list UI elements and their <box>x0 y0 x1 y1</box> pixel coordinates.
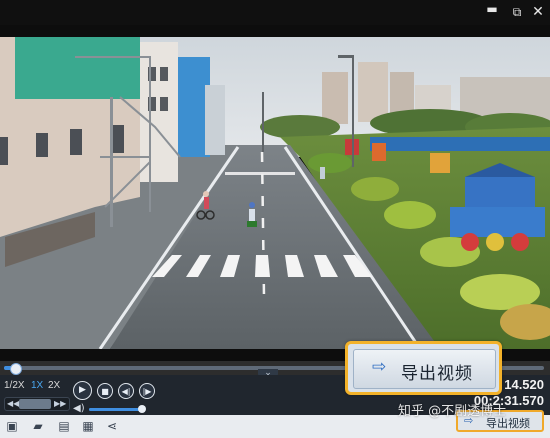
play-button[interactable]: ▶ <box>73 381 92 400</box>
export-video-callout-label: 导出视频 <box>401 364 473 384</box>
export-video-callout-button[interactable]: ⇨ 导出视频 <box>353 349 496 389</box>
speed-2x-button[interactable]: 2X <box>48 380 60 391</box>
share-icon[interactable]: ⋖ <box>105 419 119 433</box>
speed-1x-button[interactable]: 1X <box>31 380 43 391</box>
previous-frame-button[interactable]: ◀| <box>118 383 134 399</box>
stop-button[interactable]: ■ <box>97 383 113 399</box>
title-bar: ▬ ⧉ ✕ <box>0 0 550 25</box>
seek-handle[interactable] <box>9 363 22 375</box>
info-icon[interactable]: ▦ <box>81 419 95 433</box>
next-frame-button[interactable]: |▶ <box>139 383 155 399</box>
save-icon[interactable]: ▤ <box>57 419 71 433</box>
volume-fill <box>89 408 143 411</box>
close-icon[interactable]: ✕ <box>530 5 546 19</box>
folder-icon[interactable]: ▰ <box>31 419 45 433</box>
speed-slider-handle[interactable] <box>19 399 51 409</box>
screenshot-icon[interactable]: ▣ <box>5 419 19 433</box>
export-icon: ⇨ <box>372 357 387 377</box>
maximize-icon[interactable]: ⧉ <box>509 5 525 19</box>
volume-handle[interactable] <box>138 405 147 413</box>
volume-icon[interactable]: ◀) <box>73 403 85 414</box>
slower-icon[interactable]: ◀◀ <box>7 399 19 408</box>
current-time: 14.520 <box>504 377 544 392</box>
video-scene <box>0 37 550 349</box>
video-frame[interactable] <box>0 37 550 349</box>
speed-half-button[interactable]: 1/2X <box>4 380 25 391</box>
faster-icon[interactable]: ▶▶ <box>54 399 66 408</box>
speed-slider[interactable]: ◀◀ ▶▶ <box>4 397 70 411</box>
minimize-icon[interactable]: ▬ <box>484 2 500 16</box>
export-video-callout: ⇨ 导出视频 <box>345 341 502 395</box>
watermark: 知乎 @不剧透博士 <box>398 404 507 419</box>
volume-slider[interactable] <box>89 405 147 413</box>
